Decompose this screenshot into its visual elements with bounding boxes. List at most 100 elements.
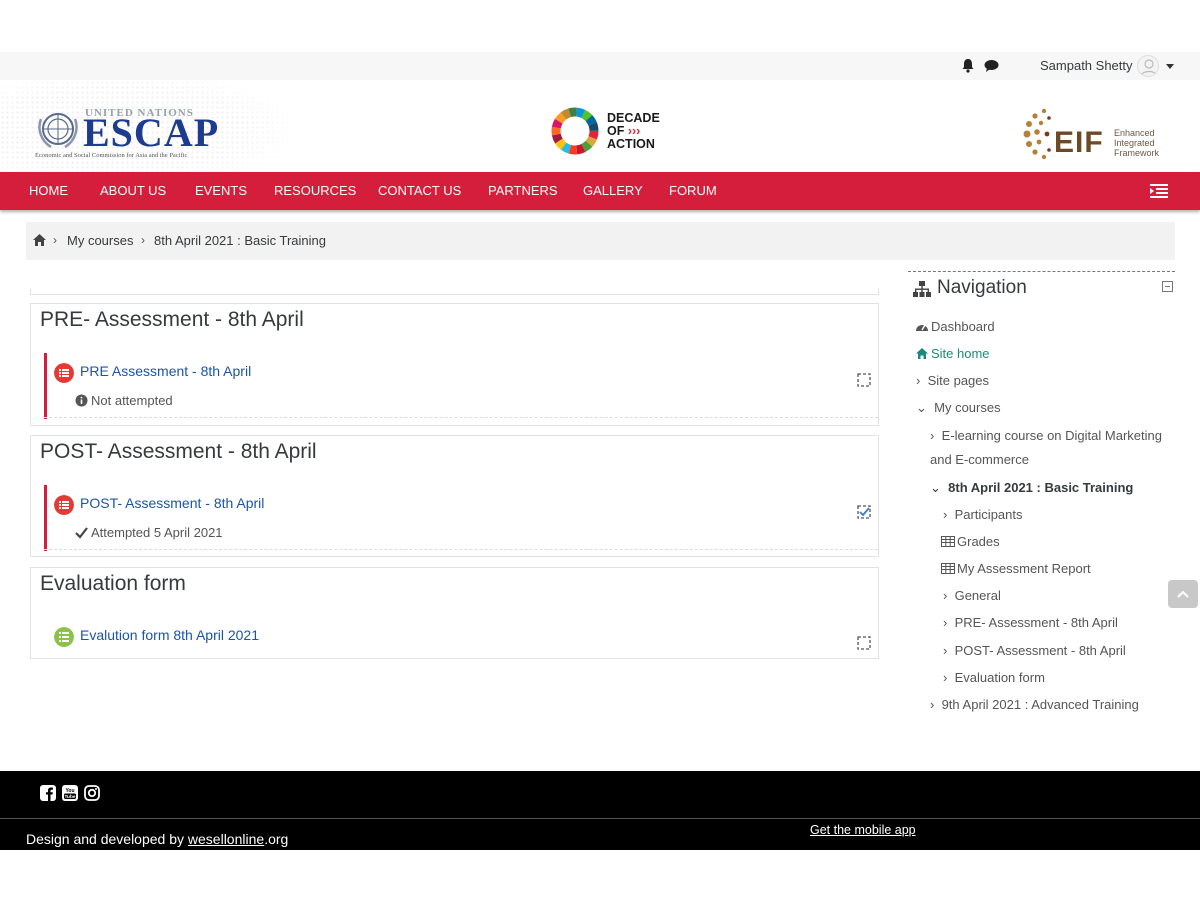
chat-icon[interactable]: [984, 59, 999, 73]
quiz-icon: [54, 495, 74, 515]
chevron-right-icon: ›: [943, 643, 948, 658]
eif-wordmark: EIF: [1054, 126, 1104, 159]
activity-status: Attempted 5 April 2021: [75, 525, 223, 540]
breadcrumb-course[interactable]: 8th April 2021 : Basic Training: [154, 233, 326, 248]
sitemap-icon: [913, 281, 931, 297]
main-navbar: HOME ABOUT US EVENTS RESOURCES CONTACT U…: [0, 172, 1200, 210]
nav-general[interactable]: › General: [943, 588, 1001, 603]
eif-tag-3: Framework: [1114, 148, 1160, 158]
chevron-down-icon: ⌄: [916, 400, 927, 415]
nav-course-basic-training[interactable]: ⌄ 8th April 2021 : Basic Training: [930, 480, 1133, 496]
course-section-post: POST- Assessment - 8th April POST- Asses…: [30, 435, 879, 557]
section-title: POST- Assessment - 8th April: [40, 440, 317, 463]
user-bar: Sampath Shetty: [0, 52, 1200, 80]
bell-icon[interactable]: [961, 58, 975, 73]
chevron-right-icon: ›: [943, 588, 948, 603]
activity-item: Evalution form 8th April 2021: [44, 617, 871, 657]
nav-grades[interactable]: Grades: [941, 534, 1000, 549]
eif-tag-1: Enhanced: [1114, 128, 1155, 138]
nav-course-digital-marketing[interactable]: › E-learning course on Digital Marketing: [930, 428, 1162, 443]
nav-events[interactable]: EVENTS: [195, 183, 247, 198]
nav-post-assessment[interactable]: › POST- Assessment - 8th April: [943, 643, 1126, 658]
breadcrumb-separator: ›: [141, 233, 145, 247]
eif-logo[interactable]: EIF Enhanced Integrated Framework: [1017, 104, 1177, 164]
decade-of-action-logo[interactable]: DECADE OF ››› ACTION: [550, 106, 660, 158]
section-title: PRE- Assessment - 8th April: [40, 308, 304, 331]
breadcrumb-separator: ›: [53, 233, 57, 247]
nav-gallery[interactable]: GALLERY: [583, 183, 643, 198]
nav-participants[interactable]: › Participants: [943, 507, 1023, 522]
quiz-icon: [54, 363, 74, 383]
section-title: Evaluation form: [40, 572, 186, 595]
activity-link[interactable]: Evalution form 8th April 2021: [80, 627, 259, 643]
dashboard-icon: [916, 324, 928, 331]
chevron-right-icon: ›: [916, 373, 921, 388]
nav-pre-assessment[interactable]: › PRE- Assessment - 8th April: [943, 615, 1118, 630]
navigation-title: Navigation: [937, 277, 1027, 298]
chevron-down-icon: ⌄: [930, 480, 941, 495]
instagram-icon[interactable]: [84, 785, 100, 801]
nav-evaluation-form[interactable]: › Evaluation form: [943, 670, 1045, 685]
mobile-app-link[interactable]: Get the mobile app: [810, 823, 916, 837]
nav-dashboard[interactable]: Dashboard: [915, 319, 995, 334]
course-section-pre: PRE- Assessment - 8th April PRE Assessme…: [30, 303, 879, 426]
credit-link[interactable]: wesellonline: [188, 831, 264, 847]
header-banner: UNITED NATIONS ESCAP Economic and Social…: [0, 80, 1200, 172]
table-icon: [941, 536, 955, 547]
collapse-block-icon[interactable]: [1162, 281, 1173, 292]
chevron-right-icon: ›: [930, 428, 935, 443]
nav-site-home[interactable]: Site home: [915, 346, 990, 361]
footer: You Tube Design and developed by wesello…: [0, 771, 1200, 850]
checkmark-icon: [75, 527, 88, 539]
section-top-strip: [30, 288, 879, 295]
activity-status: Not attempted: [75, 393, 173, 408]
decade-line3: ACTION: [607, 137, 655, 151]
nav-about-us[interactable]: ABOUT US: [100, 183, 166, 198]
home-icon[interactable]: [32, 233, 47, 247]
nav-home[interactable]: HOME: [29, 183, 68, 198]
activity-item: PRE Assessment - 8th April Not attempted: [44, 353, 871, 419]
escap-logo[interactable]: UNITED NATIONS ESCAP Economic and Social…: [33, 107, 233, 163]
nav-site-pages[interactable]: › Site pages: [916, 373, 989, 388]
completion-checkbox[interactable]: [857, 636, 871, 650]
feedback-icon: [54, 627, 74, 647]
chevron-right-icon: ›: [930, 697, 935, 712]
nav-course-advanced-training[interactable]: › 9th April 2021 : Advanced Training: [930, 697, 1139, 712]
chevron-right-icon: ›: [943, 507, 948, 522]
svg-text:You: You: [65, 788, 74, 794]
footer-credit: Design and developed by wesellonline.org: [26, 831, 289, 847]
completion-checkbox[interactable]: [857, 373, 871, 387]
activity-link[interactable]: PRE Assessment - 8th April: [80, 363, 251, 379]
nav-partners[interactable]: PARTNERS: [488, 183, 558, 198]
nav-resources[interactable]: RESOURCES: [274, 183, 356, 198]
nav-contact-us[interactable]: CONTACT US: [378, 183, 461, 198]
home-icon: [916, 348, 928, 359]
sdg-wheel-icon: [551, 107, 599, 155]
user-name[interactable]: Sampath Shetty: [1040, 58, 1133, 73]
nav-forum[interactable]: FORUM: [669, 183, 717, 198]
back-to-top-button[interactable]: [1168, 580, 1198, 608]
escap-wordmark: ESCAP: [83, 110, 220, 155]
chevron-right-icon: ›: [943, 615, 948, 630]
breadcrumb-my-courses[interactable]: My courses: [67, 233, 133, 248]
completion-checkbox-checked[interactable]: [857, 505, 871, 519]
table-icon: [941, 563, 955, 574]
un-emblem-icon: [38, 113, 78, 149]
activity-item: POST- Assessment - 8th April Attempted 5…: [44, 485, 871, 551]
course-section-evaluation: Evaluation form Evalution form 8th April…: [30, 567, 879, 659]
caret-down-icon[interactable]: [1166, 64, 1174, 69]
svg-text:Tube: Tube: [64, 794, 75, 800]
nav-my-courses[interactable]: ⌄ My courses: [916, 400, 1001, 416]
youtube-icon[interactable]: You Tube: [62, 785, 78, 801]
breadcrumb: › My courses › 8th April 2021 : Basic Tr…: [26, 222, 1175, 260]
chevron-up-icon: [1177, 590, 1189, 598]
activity-link[interactable]: POST- Assessment - 8th April: [80, 495, 264, 511]
avatar[interactable]: [1137, 55, 1159, 77]
nav-assessment-report[interactable]: My Assessment Report: [941, 561, 1091, 576]
eif-tag-2: Integrated: [1114, 138, 1155, 148]
facebook-icon[interactable]: [40, 785, 56, 801]
sidebar-toggle-icon[interactable]: [1150, 183, 1168, 199]
info-icon: [75, 394, 88, 407]
nav-course-digital-marketing-line2[interactable]: and E-commerce: [930, 452, 1029, 467]
escap-subtitle: Economic and Social Commission for Asia …: [35, 152, 188, 159]
